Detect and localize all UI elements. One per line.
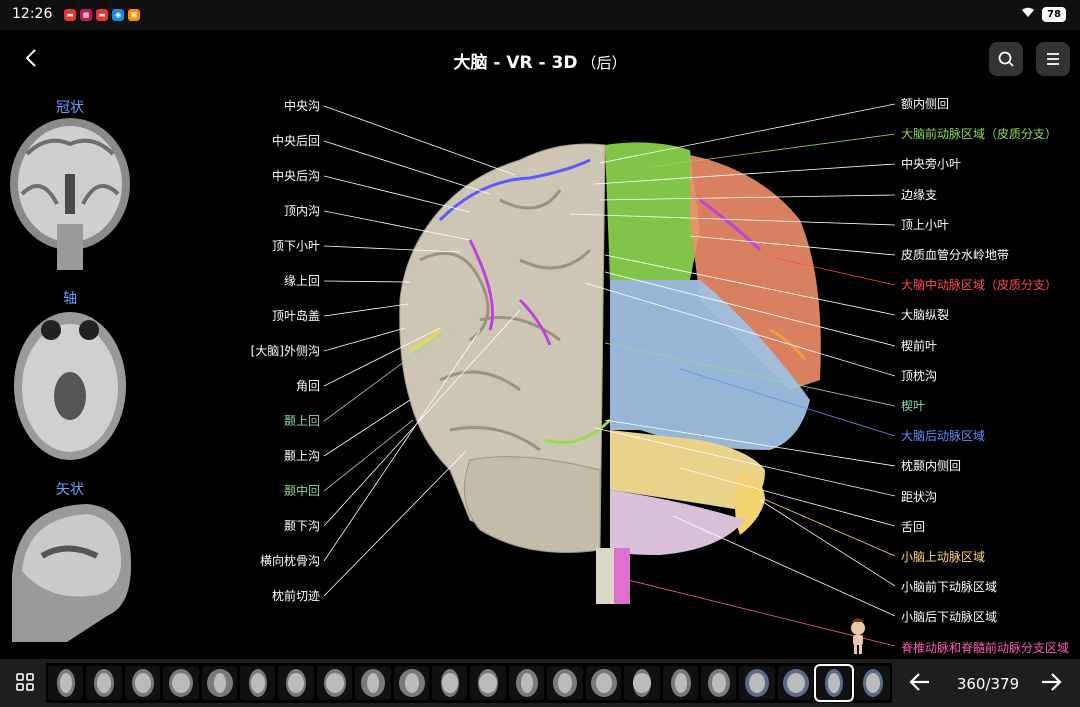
slice-thumbnail[interactable] xyxy=(393,666,430,700)
anatomy-label-left[interactable]: 顶内沟 xyxy=(284,204,320,218)
anatomy-label-right[interactable]: 顶上小叶 xyxy=(901,218,949,232)
anatomy-label-right[interactable]: 大脑后动脉区域 xyxy=(901,429,985,443)
anatomy-label-left[interactable]: 中央后回 xyxy=(272,134,320,148)
anatomy-label-right[interactable]: 距状沟 xyxy=(901,490,937,504)
anatomy-label-right[interactable]: 大脑前动脉区域（皮质分支） xyxy=(901,127,1057,141)
anatomy-label-right[interactable]: 小脑上动脉区域 xyxy=(901,550,985,564)
anatomy-label-left[interactable]: [大脑]外侧沟 xyxy=(251,344,320,358)
arrow-left-icon xyxy=(909,673,929,691)
anatomy-label-left[interactable]: 颞下沟 xyxy=(284,519,320,533)
slice-thumbnail[interactable] xyxy=(854,666,890,700)
slice-thumbnail-strip[interactable] xyxy=(46,663,892,703)
slice-thumbnail[interactable] xyxy=(163,666,199,700)
slice-thumbnail[interactable] xyxy=(624,666,660,700)
anatomy-label-left[interactable]: 中央后沟 xyxy=(272,169,320,183)
anatomy-label-right[interactable]: 枕颞内侧回 xyxy=(901,459,961,473)
grid-icon xyxy=(16,673,34,691)
anatomy-label-right[interactable]: 大脑纵裂 xyxy=(901,308,949,322)
anatomy-label-right[interactable]: 舌回 xyxy=(901,520,925,534)
slice-thumbnail[interactable] xyxy=(585,666,622,700)
slice-thumbnail[interactable] xyxy=(124,666,161,700)
slice-thumbnail[interactable] xyxy=(739,666,775,700)
aca-territory xyxy=(605,142,700,280)
slice-thumbnail[interactable] xyxy=(814,664,854,702)
anatomy-label-left[interactable]: 中央沟 xyxy=(284,99,320,113)
page-counter: 360/379 xyxy=(956,675,1020,693)
slice-thumbnail[interactable] xyxy=(547,666,583,700)
anatomy-label-right[interactable]: 额内侧回 xyxy=(901,97,949,111)
anatomy-label-right[interactable]: 小脑后下动脉区域 xyxy=(901,610,997,624)
anatomy-label-right[interactable]: 大脑中动脉区域（皮质分支） xyxy=(901,278,1057,292)
anatomy-label-right[interactable]: 中央旁小叶 xyxy=(901,157,961,171)
anatomy-label-left[interactable]: 缘上回 xyxy=(284,274,320,288)
anatomy-label-right[interactable]: 小脑前下动脉区域 xyxy=(901,580,997,594)
anatomy-label-left[interactable]: 颞上沟 xyxy=(284,449,320,463)
slice-thumbnail[interactable] xyxy=(470,666,506,700)
slice-thumbnail[interactable] xyxy=(86,666,122,700)
slice-thumbnail[interactable] xyxy=(662,666,698,700)
anatomy-label-right[interactable]: 边缘支 xyxy=(901,188,937,202)
slice-thumbnail[interactable] xyxy=(700,666,737,700)
anatomy-label-right[interactable]: 顶枕沟 xyxy=(901,369,937,383)
slice-thumbnail[interactable] xyxy=(432,666,468,700)
previous-button[interactable] xyxy=(905,669,935,697)
anatomy-label-right[interactable]: 楔叶 xyxy=(901,399,925,413)
anatomy-label-left[interactable]: 枕前切迹 xyxy=(272,589,320,603)
anatomy-label-left[interactable]: 颞上回 xyxy=(284,414,320,428)
slice-thumbnail[interactable] xyxy=(278,666,314,700)
cerebellum-left xyxy=(463,456,601,553)
anatomy-label-right[interactable]: 脊椎动脉和脊髓前动脉分支区域 xyxy=(901,641,1069,655)
slice-thumbnail[interactable] xyxy=(201,666,238,700)
anatomy-label-left[interactable]: 顶叶岛盖 xyxy=(272,309,320,323)
grid-view-button[interactable] xyxy=(14,671,38,695)
slice-thumbnail[interactable] xyxy=(777,666,814,700)
slice-thumbnail[interactable] xyxy=(355,666,391,700)
anatomy-label-right[interactable]: 皮质血管分水岭地带 xyxy=(901,248,1009,262)
arrow-right-icon xyxy=(1042,673,1062,691)
anatomy-label-left[interactable]: 颞中回 xyxy=(284,484,320,498)
slice-thumbnail[interactable] xyxy=(316,666,353,700)
anatomy-label-left[interactable]: 横向枕骨沟 xyxy=(260,554,320,568)
slice-thumbnail[interactable] xyxy=(48,666,84,700)
bottom-toolbar: 360/379 xyxy=(0,659,1080,707)
anatomy-label-right[interactable]: 楔前叶 xyxy=(901,339,937,353)
anatomy-label-left[interactable]: 角回 xyxy=(296,379,320,393)
anatomy-label-left[interactable]: 顶下小叶 xyxy=(272,239,320,253)
next-button[interactable] xyxy=(1036,669,1066,697)
slice-thumbnail[interactable] xyxy=(508,666,545,700)
slice-thumbnail[interactable] xyxy=(240,666,276,700)
